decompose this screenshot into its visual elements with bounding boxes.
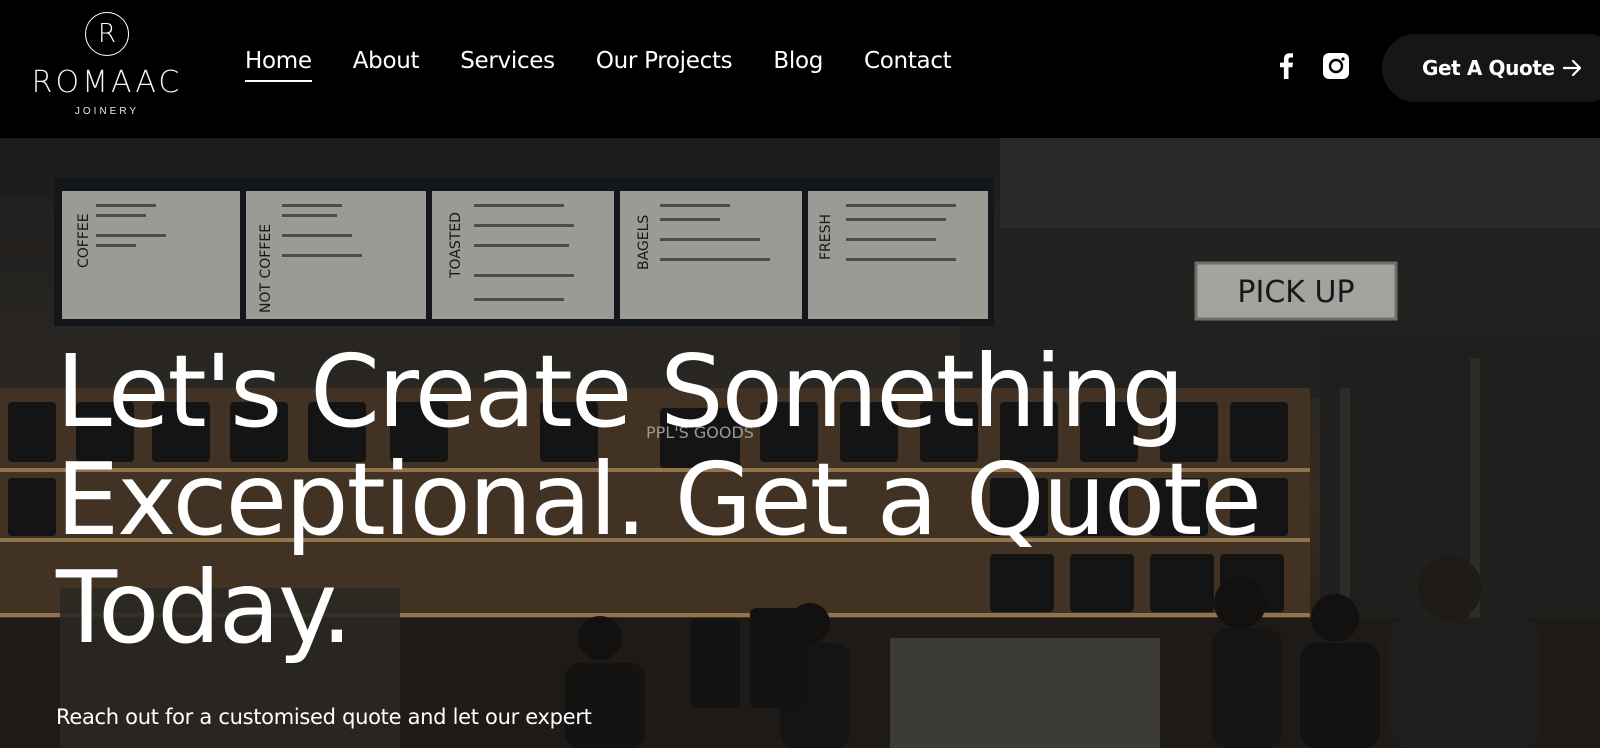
instagram-icon[interactable] xyxy=(1322,52,1350,80)
hero-title: Let's Create Something Exceptional. Get … xyxy=(56,333,1262,666)
hero-section: COFFEE NOT COFFEE TOASTED BAGELS FRESH P… xyxy=(0,138,1600,748)
brand-name: ROMAAC xyxy=(31,65,183,100)
brand-tagline: JOINERY xyxy=(74,106,140,117)
get-a-quote-label: Get A Quote xyxy=(1422,56,1555,80)
nav-blog[interactable]: Blog xyxy=(773,46,823,82)
nav-services[interactable]: Services xyxy=(460,46,555,82)
site-header: R ROMAAC JOINERY Home About Services Our… xyxy=(0,0,1600,138)
nav-about[interactable]: About xyxy=(353,46,420,82)
main-nav: Home About Services Our Projects Blog Co… xyxy=(245,46,992,82)
get-a-quote-button[interactable]: Get A Quote xyxy=(1382,34,1600,102)
facebook-icon[interactable] xyxy=(1272,52,1300,80)
nav-our-projects[interactable]: Our Projects xyxy=(596,46,733,82)
hero-subtitle: Reach out for a customised quote and let… xyxy=(56,705,592,729)
nav-contact[interactable]: Contact xyxy=(864,46,952,82)
logo-mark: R xyxy=(85,12,129,56)
brand-logo[interactable]: R ROMAAC JOINERY xyxy=(22,10,192,128)
arrow-right-icon xyxy=(1562,59,1583,77)
nav-home[interactable]: Home xyxy=(245,46,312,82)
